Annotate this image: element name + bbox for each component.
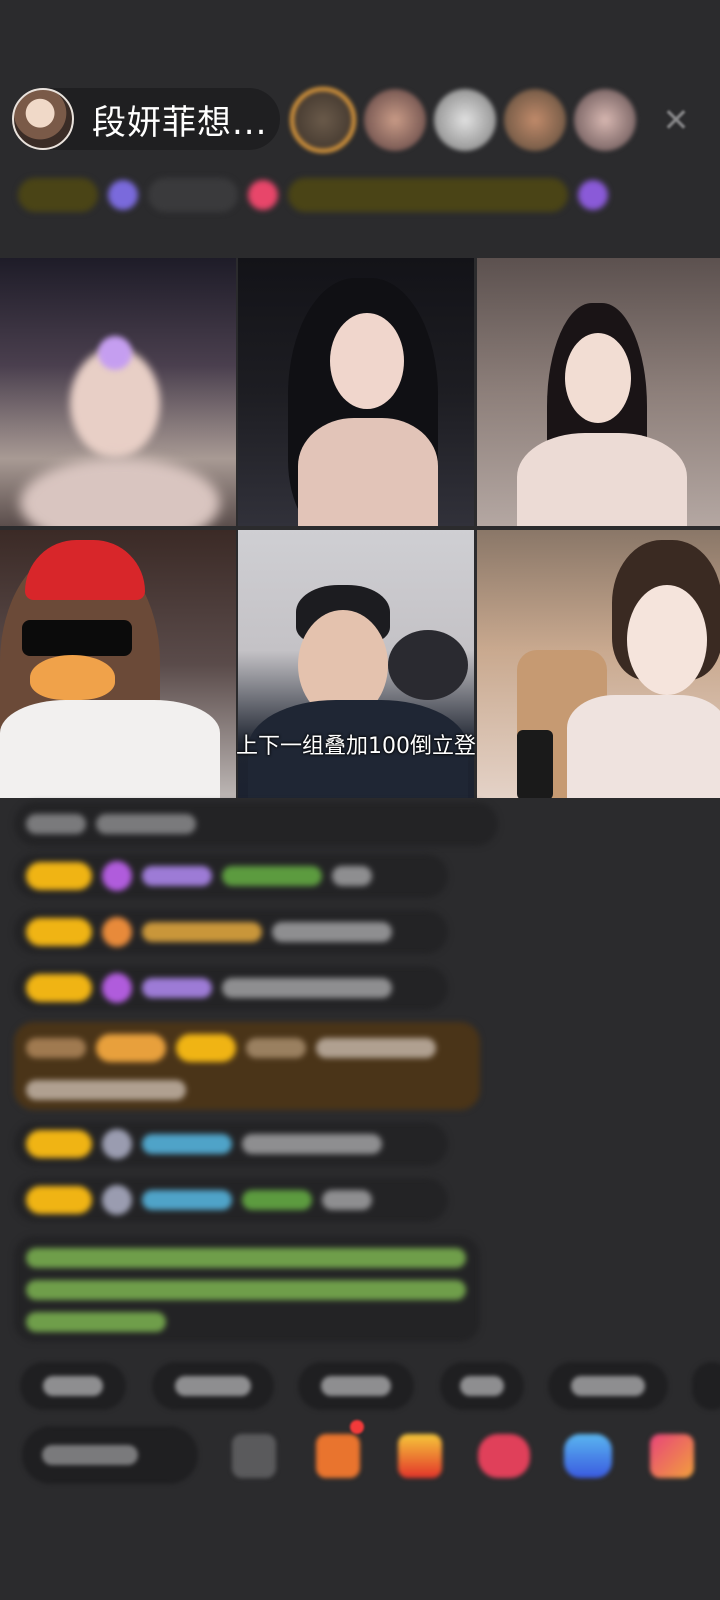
gift-box-icon[interactable] <box>316 1434 360 1478</box>
guest-video-6[interactable] <box>477 530 720 798</box>
rank-chip[interactable] <box>18 178 98 212</box>
host-avatar[interactable] <box>12 88 74 150</box>
quick-reply-chip[interactable] <box>20 1362 126 1410</box>
guest-video-4[interactable] <box>0 530 236 798</box>
viewer-avatar[interactable] <box>290 87 356 153</box>
gift-icon <box>108 180 138 210</box>
chat-message-highlight <box>14 1022 480 1110</box>
level-icon <box>102 1185 132 1215</box>
quick-reply-chip[interactable] <box>440 1362 524 1410</box>
rank-chip[interactable] <box>288 178 568 212</box>
chat-input[interactable] <box>22 1426 198 1484</box>
more-icon[interactable] <box>650 1434 694 1478</box>
top-viewers-list <box>290 84 636 156</box>
heart-icon[interactable] <box>248 180 278 210</box>
close-icon[interactable]: ✕ <box>656 100 696 140</box>
chat-message <box>14 966 448 1010</box>
stat-chip <box>148 178 238 212</box>
quick-reply-chip[interactable] <box>152 1362 274 1410</box>
quick-reply-chip[interactable] <box>298 1362 414 1410</box>
chat-message <box>14 854 448 898</box>
chat-message <box>14 1178 448 1222</box>
viewer-avatar[interactable] <box>504 89 566 151</box>
guest-video-1[interactable] <box>0 258 236 526</box>
level-icon <box>102 861 132 891</box>
share-icon[interactable] <box>564 1434 612 1478</box>
chat-message <box>14 910 448 954</box>
host-name: 段妍菲想... <box>92 102 268 143</box>
quick-reply-chip[interactable] <box>548 1362 668 1410</box>
emoji-icon[interactable] <box>232 1434 276 1478</box>
viewer-avatar[interactable] <box>434 89 496 151</box>
multi-guest-video-grid: 上下一组叠加100倒立登 <box>0 258 720 798</box>
quick-reply-chip[interactable] <box>692 1362 720 1410</box>
gift-icon[interactable] <box>398 1434 442 1478</box>
viewer-avatar[interactable] <box>574 89 636 151</box>
level-icon <box>102 1129 132 1159</box>
level-icon <box>102 917 132 947</box>
notification-dot <box>350 1420 364 1434</box>
gift-icon[interactable] <box>578 180 608 210</box>
system-notice <box>14 1236 480 1342</box>
chat-message <box>14 1122 448 1166</box>
viewer-avatar[interactable] <box>364 89 426 151</box>
guest-video-2[interactable] <box>238 258 474 526</box>
guest-video-3[interactable] <box>477 258 720 526</box>
stream-info-row <box>18 170 708 220</box>
level-icon <box>102 973 132 1003</box>
heart-icon[interactable] <box>478 1434 530 1478</box>
chat-message <box>14 802 498 846</box>
host-info-pill[interactable]: 段妍菲想... <box>12 88 280 150</box>
video-subtitle: 上下一组叠加100倒立登 <box>236 734 476 759</box>
